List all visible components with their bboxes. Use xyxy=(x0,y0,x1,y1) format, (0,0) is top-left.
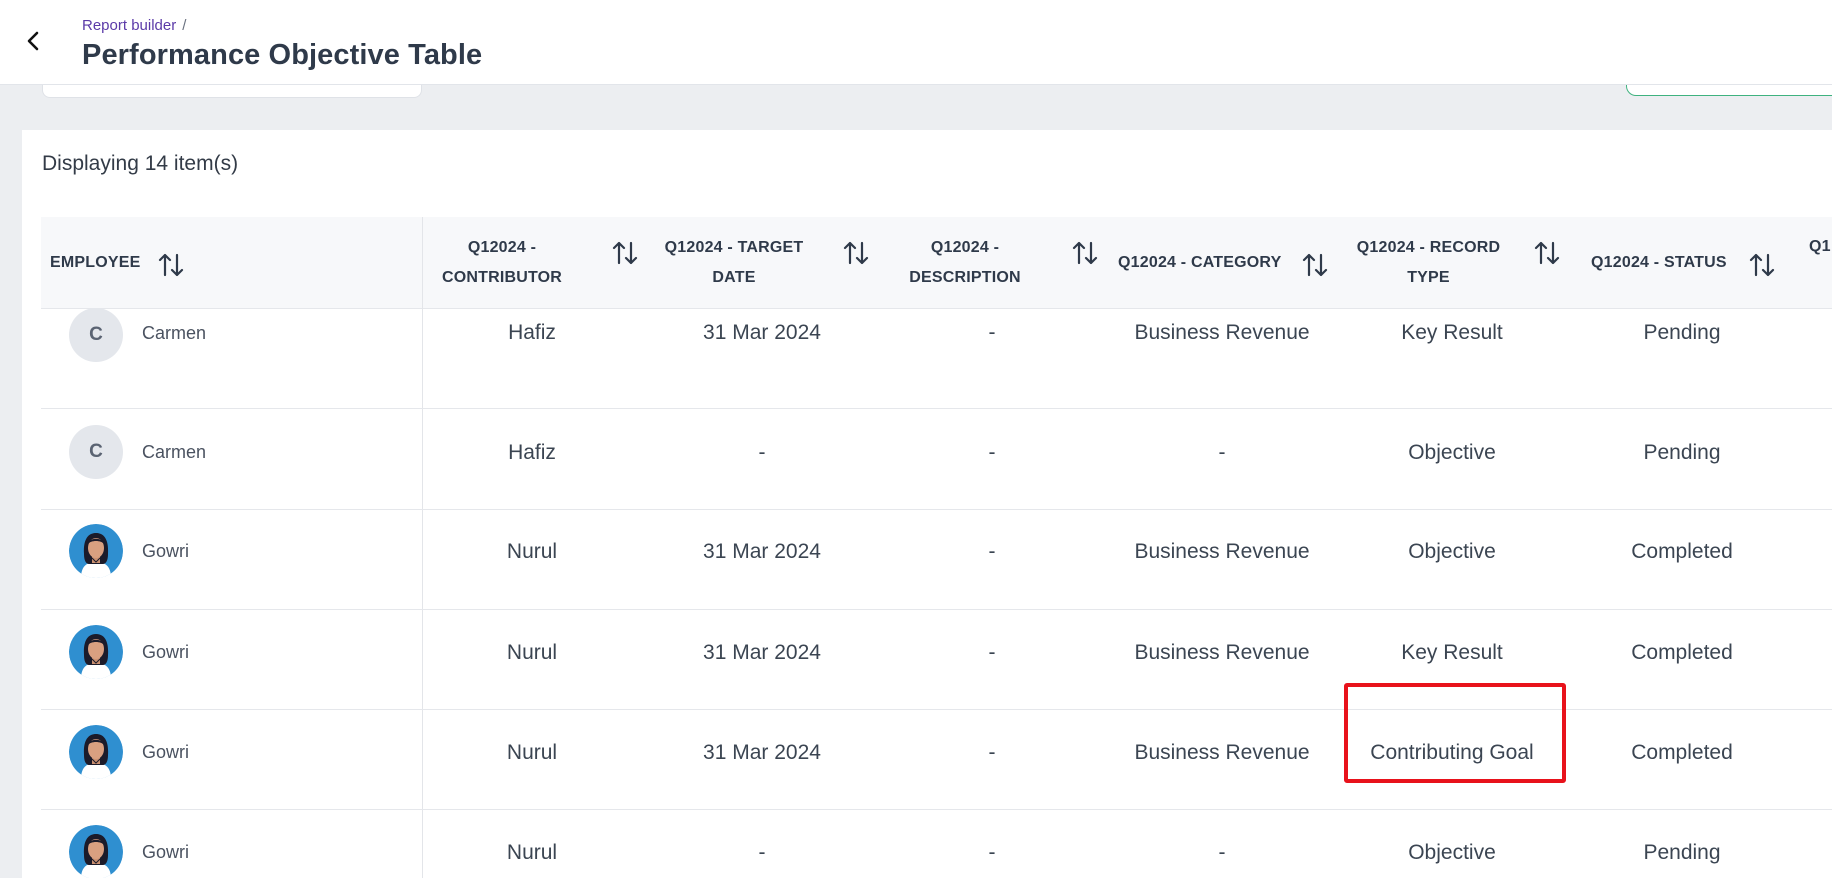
cell-target-date: 31 Mar 2024 xyxy=(703,641,821,664)
avatar xyxy=(69,524,123,578)
back-button[interactable] xyxy=(20,26,48,56)
cell-description: - xyxy=(988,441,996,464)
avatar-initial: C xyxy=(89,441,103,462)
table-row[interactable]: C Carmen Hafiz 31 Mar 2024 - Business Re… xyxy=(41,308,1832,409)
cell-category: Business Revenue xyxy=(1134,741,1310,764)
column-header-record-type[interactable]: Q12024 - RECORD TYPE xyxy=(1351,217,1506,308)
cell-status: Completed xyxy=(1631,540,1733,563)
cell-contributor: Nurul xyxy=(506,741,558,764)
chevron-left-icon xyxy=(27,31,39,51)
cell-target-date: - xyxy=(758,841,766,864)
sort-icon[interactable] xyxy=(611,239,639,267)
breadcrumb-separator: / xyxy=(182,17,187,34)
page-header: Report builder / Performance Objective Ta… xyxy=(0,0,1832,85)
table-header: EMPLOYEE Q12024 - CONTRIBUTOR Q12024 - T… xyxy=(41,217,1832,309)
cell-description: - xyxy=(988,741,996,764)
breadcrumb: Report builder / xyxy=(82,17,186,34)
cell-status: Completed xyxy=(1631,741,1733,764)
avatar: C xyxy=(69,425,123,479)
sort-icon[interactable] xyxy=(1748,251,1776,279)
cell-contributor: Hafiz xyxy=(508,441,556,464)
table-row[interactable]: Gowri Nurul - - - Objective Pending xyxy=(41,810,1832,878)
employee-name: Gowri xyxy=(142,842,190,862)
data-table: EMPLOYEE Q12024 - CONTRIBUTOR Q12024 - T… xyxy=(41,217,1832,878)
avatar-photo-icon xyxy=(69,825,123,878)
cell-contributor: Nurul xyxy=(506,841,558,864)
avatar-photo-icon xyxy=(69,524,123,578)
sort-icon[interactable] xyxy=(1071,239,1099,267)
cell-target-date: 31 Mar 2024 xyxy=(703,321,821,344)
avatar xyxy=(69,625,123,679)
column-header-label: Q12024 - STATUS xyxy=(1591,253,1727,271)
column-header-next-truncated[interactable]: Q1 xyxy=(1809,217,1832,308)
filter-input[interactable] xyxy=(42,84,422,98)
avatar: C xyxy=(69,308,123,362)
cell-contributor: Hafiz xyxy=(508,321,556,344)
breadcrumb-link-report-builder[interactable]: Report builder xyxy=(82,17,176,34)
column-header-label: Q12024 - CONTRIBUTOR xyxy=(441,238,563,286)
sort-icon[interactable] xyxy=(1533,239,1561,267)
cell-description: - xyxy=(988,641,996,664)
column-header-label: Q1 xyxy=(1809,238,1831,255)
avatar xyxy=(69,825,123,878)
column-header-label: Q12024 - RECORD TYPE xyxy=(1356,238,1501,286)
column-header-label: Q12024 - CATEGORY xyxy=(1118,253,1282,271)
avatar-photo-icon xyxy=(69,625,123,679)
column-header-label: Q12024 - TARGET DATE xyxy=(664,238,804,286)
sort-icon[interactable] xyxy=(842,239,870,267)
cell-contributor: Nurul xyxy=(506,540,558,563)
cell-description: - xyxy=(988,540,996,563)
column-header-label: EMPLOYEE xyxy=(50,253,141,271)
cell-target-date: 31 Mar 2024 xyxy=(703,741,821,764)
column-header-employee[interactable]: EMPLOYEE xyxy=(50,217,350,308)
cell-description: - xyxy=(988,321,996,344)
employee-name: Carmen xyxy=(142,442,207,462)
employee-name: Gowri xyxy=(142,742,190,762)
cell-record-type: Objective xyxy=(1408,841,1496,864)
cell-status: Completed xyxy=(1631,641,1733,664)
filter-action-button[interactable] xyxy=(1626,84,1832,96)
left-gutter xyxy=(0,84,22,878)
cell-status: Pending xyxy=(1643,441,1721,464)
column-header-contributor[interactable]: Q12024 - CONTRIBUTOR xyxy=(432,217,572,308)
cell-category: Business Revenue xyxy=(1134,641,1310,664)
employee-name: Gowri xyxy=(142,541,190,561)
item-count: Displaying 14 item(s) xyxy=(42,152,239,175)
cell-status: Pending xyxy=(1643,841,1721,864)
employee-name: Carmen xyxy=(142,323,207,343)
cell-record-type: Key Result xyxy=(1401,641,1503,664)
column-header-label: Q12024 - DESCRIPTION xyxy=(909,238,1021,286)
page-title: Performance Objective Table xyxy=(82,39,483,71)
avatar-photo-icon xyxy=(69,725,123,779)
cell-target-date: - xyxy=(758,441,766,464)
cell-target-date: 31 Mar 2024 xyxy=(703,540,821,563)
cell-contributor: Nurul xyxy=(506,641,558,664)
cell-category: Business Revenue xyxy=(1134,321,1310,344)
sort-icon[interactable] xyxy=(1301,251,1329,279)
table-row[interactable]: Gowri Nurul 31 Mar 2024 - Business Reven… xyxy=(41,510,1832,610)
cell-record-type: Contributing Goal xyxy=(1370,741,1534,764)
column-header-description[interactable]: Q12024 - DESCRIPTION xyxy=(900,217,1030,308)
table-row[interactable]: Gowri Nurul 31 Mar 2024 - Business Reven… xyxy=(41,710,1832,810)
cell-status: Pending xyxy=(1643,321,1721,344)
column-header-target-date[interactable]: Q12024 - TARGET DATE xyxy=(659,217,809,308)
cell-record-type: Objective xyxy=(1408,441,1496,464)
avatar xyxy=(69,725,123,779)
cell-category: - xyxy=(1218,441,1226,464)
cell-record-type: Key Result xyxy=(1401,321,1503,344)
employee-name: Gowri xyxy=(142,642,190,662)
sort-icon[interactable] xyxy=(157,251,185,279)
cell-description: - xyxy=(988,841,996,864)
cell-category: - xyxy=(1218,841,1226,864)
table-row[interactable]: C Carmen Hafiz - - - Objective Pending xyxy=(41,410,1832,510)
avatar-initial: C xyxy=(89,324,103,345)
table-row[interactable]: Gowri Nurul 31 Mar 2024 - Business Reven… xyxy=(41,610,1832,710)
cell-category: Business Revenue xyxy=(1134,540,1310,563)
cell-record-type: Objective xyxy=(1408,540,1496,563)
